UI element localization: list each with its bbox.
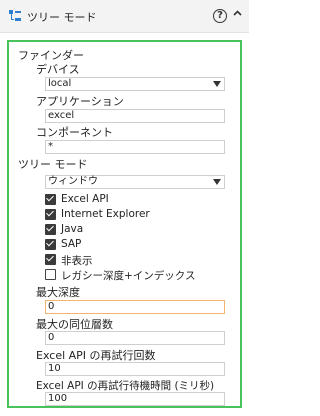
dropdown-arrow-icon: [213, 179, 221, 185]
component-input[interactable]: *: [45, 140, 225, 154]
tree-mode-select-value: ウィンドウ: [48, 176, 98, 187]
java-label: Java: [61, 223, 84, 235]
chevron-up-icon[interactable]: [232, 8, 243, 19]
excel-api-retry-wait-input[interactable]: 100: [45, 392, 225, 406]
internet-explorer-checkbox[interactable]: [45, 209, 56, 220]
hidden-label: 非表示: [61, 255, 93, 267]
excel-api-retry-count-input[interactable]: 10: [45, 362, 225, 376]
component-label: コンポーネント: [36, 126, 113, 139]
tree-mode-select[interactable]: ウィンドウ: [45, 175, 225, 189]
dropdown-arrow-icon: [213, 81, 221, 87]
java-checkbox[interactable]: [45, 224, 56, 235]
max-depth-input[interactable]: 0: [45, 300, 225, 314]
panel-header: ツリー モード ?: [0, 0, 249, 33]
application-input[interactable]: excel: [45, 109, 225, 123]
excel-api-label: Excel API: [61, 193, 109, 205]
hidden-checkbox[interactable]: [45, 254, 56, 265]
max-siblings-input[interactable]: 0: [45, 331, 225, 345]
excel-api-checkbox[interactable]: [45, 194, 56, 205]
application-label: アプリケーション: [36, 95, 124, 108]
device-label: デバイス: [36, 63, 80, 76]
help-icon[interactable]: ?: [213, 9, 227, 23]
legacy-depth-index-checkbox[interactable]: [45, 269, 56, 280]
legacy-depth-index-label: レガシー深度+インデックス: [61, 270, 196, 282]
sap-label: SAP: [61, 238, 82, 250]
excel-api-retry-wait-label: Excel API の再試行待機時間 (ミリ秒): [36, 380, 215, 392]
tree-mode-settings-panel: ファインダー デバイス local アプリケーション excel コンポーネント…: [7, 40, 242, 408]
max-siblings-label: 最大の同位層数: [36, 318, 113, 331]
panel-title: ツリー モード: [27, 11, 97, 24]
tree-view-icon: [9, 10, 21, 21]
sap-checkbox[interactable]: [45, 239, 56, 250]
device-select[interactable]: local: [45, 77, 225, 91]
internet-explorer-label: Internet Explorer: [61, 208, 150, 220]
excel-api-retry-count-label: Excel API の再試行回数: [36, 349, 156, 362]
device-select-value: local: [48, 78, 72, 89]
max-depth-label: 最大深度: [36, 286, 80, 299]
tree-mode-section-label: ツリー モード: [18, 158, 88, 171]
